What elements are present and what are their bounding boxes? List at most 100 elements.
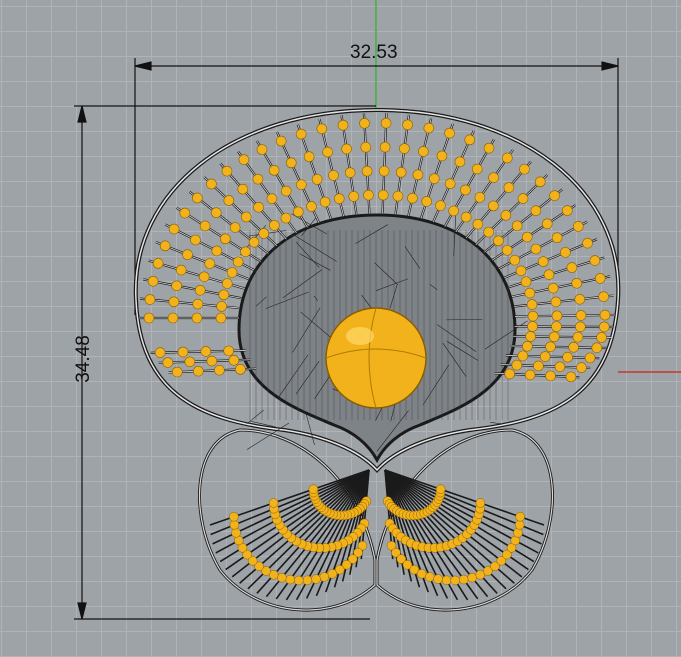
gem: [172, 367, 182, 377]
gem: [342, 144, 352, 154]
gem: [437, 151, 447, 161]
gem: [303, 576, 312, 585]
gem: [488, 201, 498, 211]
gem: [493, 236, 503, 246]
gem: [229, 512, 238, 521]
gem: [445, 128, 455, 138]
gem: [599, 322, 609, 332]
gem: [363, 190, 373, 200]
gem: [338, 120, 348, 130]
gem: [276, 136, 286, 146]
gem: [436, 485, 445, 494]
gem: [153, 258, 163, 268]
gem: [235, 364, 245, 374]
gem: [542, 219, 552, 229]
gem: [219, 290, 229, 300]
gem: [201, 346, 211, 356]
gem: [548, 283, 558, 293]
gem: [597, 332, 607, 342]
gem: [199, 272, 209, 282]
gem: [575, 322, 585, 332]
gem: [277, 573, 286, 582]
gem: [518, 194, 528, 204]
gem: [232, 528, 241, 537]
gem: [552, 233, 562, 243]
gem: [535, 177, 545, 187]
gem: [190, 235, 200, 245]
gem: [267, 194, 277, 204]
gem: [567, 263, 577, 273]
gem: [413, 170, 423, 180]
gem: [293, 207, 303, 217]
gem: [585, 353, 595, 363]
gem: [160, 241, 170, 251]
gem: [473, 219, 483, 229]
gem: [505, 369, 515, 379]
gem: [562, 206, 572, 216]
gem: [550, 191, 560, 201]
gem: [572, 278, 582, 288]
mesh-line: [247, 410, 264, 424]
gem: [599, 292, 609, 302]
gem: [239, 155, 249, 165]
gem: [425, 572, 434, 581]
gem: [178, 347, 188, 357]
gem: [396, 167, 406, 177]
gem: [381, 118, 391, 128]
rhino-top-viewport[interactable]: 32.53 34.48: [0, 0, 681, 657]
gem: [312, 174, 322, 184]
gem: [211, 208, 221, 218]
gem: [435, 201, 445, 211]
gem: [540, 352, 550, 362]
gem: [145, 295, 155, 305]
gem: [281, 186, 291, 196]
gem: [169, 297, 179, 307]
gem: [172, 281, 182, 291]
gem: [538, 257, 548, 267]
gem: [551, 297, 561, 307]
gem: [241, 212, 251, 222]
gem: [334, 194, 344, 204]
gem: [216, 313, 226, 323]
center-pearl: [326, 308, 426, 408]
gem: [590, 256, 600, 266]
gem: [526, 331, 536, 341]
gem: [362, 166, 372, 176]
gem: [185, 357, 195, 367]
gem: [222, 166, 232, 176]
gem: [521, 277, 531, 287]
gem: [200, 221, 210, 231]
gem: [516, 266, 526, 276]
gem: [484, 143, 494, 153]
gem: [320, 197, 330, 207]
gem: [193, 299, 203, 309]
gem: [269, 165, 279, 175]
gem: [475, 192, 485, 202]
gem: [359, 118, 369, 128]
gem: [399, 144, 409, 154]
gem: [546, 371, 556, 381]
gem: [148, 276, 158, 286]
gem: [269, 499, 278, 508]
gem: [442, 576, 451, 585]
gem: [361, 142, 371, 152]
gem: [575, 294, 585, 304]
height-dimension-label: 34.48: [73, 329, 95, 389]
gem: [424, 123, 434, 133]
gem: [516, 512, 525, 521]
gem: [224, 346, 234, 356]
gem: [595, 273, 605, 283]
gem: [220, 234, 230, 244]
gem: [206, 179, 216, 189]
gem: [583, 238, 593, 248]
gem: [489, 173, 499, 183]
gem: [484, 227, 494, 237]
gem: [207, 356, 217, 366]
gem: [546, 342, 556, 352]
gem: [180, 208, 190, 218]
gem: [519, 164, 529, 174]
gem: [168, 313, 178, 323]
gem: [504, 183, 514, 193]
gem: [573, 221, 583, 231]
gem: [254, 202, 264, 212]
